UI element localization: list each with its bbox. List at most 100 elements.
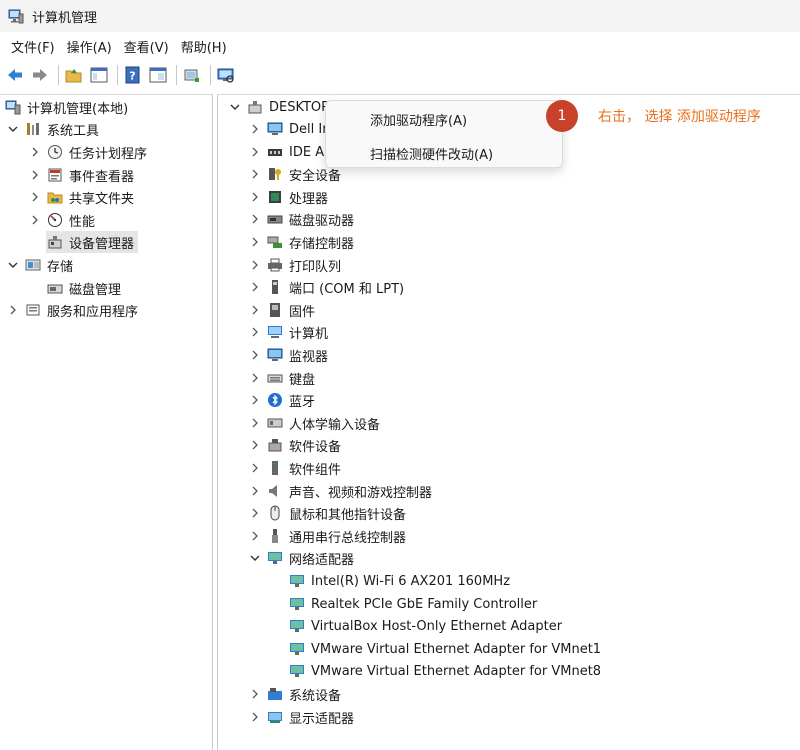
- chevron-right-icon[interactable]: [248, 235, 262, 249]
- tree-item-event-viewer[interactable]: 事件查看器: [28, 164, 134, 186]
- tree-item-storage[interactable]: 存储: [6, 254, 73, 276]
- network-adapter-item[interactable]: VMware Virtual Ethernet Adapter for VMne…: [288, 638, 601, 660]
- back-arrow-icon[interactable]: [4, 64, 26, 86]
- chevron-down-icon[interactable]: [6, 258, 20, 272]
- chevron-right-icon[interactable]: [248, 506, 262, 520]
- chevron-right-icon[interactable]: [248, 258, 262, 272]
- chevron-right-icon[interactable]: [248, 393, 262, 407]
- chevron-right-icon[interactable]: [248, 529, 262, 543]
- firmware-icon: [266, 301, 284, 319]
- chevron-right-icon[interactable]: [248, 461, 262, 475]
- device-category-11[interactable]: 键盘: [248, 367, 315, 389]
- network-adapter-item[interactable]: VirtualBox Host-Only Ethernet Adapter: [288, 615, 562, 637]
- tree-item-system-tools[interactable]: 系统工具: [6, 118, 99, 140]
- up-folder-icon[interactable]: [63, 64, 85, 86]
- chevron-down-icon[interactable]: [6, 122, 20, 136]
- device-category-1[interactable]: IDE A: [248, 141, 324, 163]
- tree-item-label: 人体学输入设备: [289, 417, 381, 433]
- chevron-right-icon[interactable]: [248, 280, 262, 294]
- chevron-right-icon[interactable]: [248, 122, 262, 136]
- chevron-right-icon[interactable]: [248, 710, 262, 724]
- device-category-6[interactable]: 打印队列: [248, 254, 341, 276]
- device-category-8[interactable]: 固件: [248, 299, 315, 321]
- tree-item-label: 显示适配器: [289, 711, 355, 727]
- tree-item-performance[interactable]: 性能: [28, 209, 95, 231]
- tree-item-label: VirtualBox Host-Only Ethernet Adapter: [311, 618, 563, 634]
- tree-item-label: 端口 (COM 和 LPT): [289, 281, 405, 297]
- chevron-right-icon[interactable]: [248, 438, 262, 452]
- update-driver-icon[interactable]: [181, 64, 203, 86]
- network-adapter-icon: [288, 572, 306, 590]
- tree-item-shared-folders[interactable]: 共享文件夹: [28, 186, 134, 208]
- chevron-right-icon[interactable]: [28, 213, 42, 227]
- tree-item-label: 事件查看器: [69, 169, 135, 185]
- processor-icon: [266, 188, 284, 206]
- tree-item-computer-root[interactable]: DESKTOP-: [228, 96, 333, 118]
- tree-item-label: 存储: [47, 259, 74, 275]
- device-category-12[interactable]: 蓝牙: [248, 389, 315, 411]
- device-category-17[interactable]: 鼠标和其他指针设备: [248, 502, 406, 524]
- device-category-after-0[interactable]: 系统设备: [248, 683, 341, 705]
- device-category-after-1[interactable]: 显示适配器: [248, 706, 354, 728]
- computer-management-icon: [4, 98, 22, 116]
- chevron-right-icon[interactable]: [248, 348, 262, 362]
- navigation-pane: 计算机管理(本地) 系统工具 任务计划程序 事件查看器 共享文件夹 性能 设备管…: [0, 94, 213, 750]
- device-category-19[interactable]: 网络适配器: [248, 547, 354, 569]
- device-category-16[interactable]: 声音、视频和游戏控制器: [248, 480, 432, 502]
- chevron-right-icon[interactable]: [28, 190, 42, 204]
- context-menu: 添加驱动程序(A) 扫描检测硬件改动(A): [325, 100, 563, 168]
- device-category-13[interactable]: 人体学输入设备: [248, 412, 380, 434]
- ide-controller-icon: [266, 143, 284, 161]
- network-adapter-item[interactable]: Intel(R) Wi-Fi 6 AX201 160MHz: [288, 570, 510, 592]
- chevron-right-icon[interactable]: [248, 190, 262, 204]
- device-category-10[interactable]: 监视器: [248, 344, 328, 366]
- chevron-right-icon[interactable]: [248, 145, 262, 159]
- chevron-right-icon[interactable]: [28, 145, 42, 159]
- scan-hardware-menu-item[interactable]: 扫描检测硬件改动(A): [370, 142, 493, 164]
- device-category-7[interactable]: 端口 (COM 和 LPT): [248, 276, 404, 298]
- chevron-right-icon[interactable]: [248, 167, 262, 181]
- device-category-18[interactable]: 通用串行总线控制器: [248, 525, 406, 547]
- tree-item-label: 网络适配器: [289, 552, 355, 568]
- scan-hardware-icon[interactable]: [215, 64, 237, 86]
- menu-file[interactable]: 文件(F): [8, 37, 64, 56]
- network-adapter-item[interactable]: Realtek PCIe GbE Family Controller: [288, 593, 537, 615]
- chevron-right-icon[interactable]: [6, 303, 20, 317]
- tree-item-disk-management[interactable]: 磁盘管理: [46, 277, 121, 299]
- device-category-3[interactable]: 处理器: [248, 186, 328, 208]
- add-driver-menu-item[interactable]: 添加驱动程序(A): [370, 108, 467, 130]
- chevron-right-icon[interactable]: [248, 325, 262, 339]
- help-icon[interactable]: ?: [122, 64, 144, 86]
- device-category-14[interactable]: 软件设备: [248, 434, 341, 456]
- tree-item-label: 系统设备: [289, 688, 342, 704]
- device-category-5[interactable]: 存储控制器: [248, 231, 354, 253]
- show-hide-tree-icon[interactable]: [88, 64, 110, 86]
- chevron-right-icon[interactable]: [248, 371, 262, 385]
- properties-icon[interactable]: [147, 64, 169, 86]
- window-title: 计算机管理: [32, 10, 98, 26]
- tree-item-services-apps[interactable]: 服务和应用程序: [6, 299, 138, 321]
- chevron-right-icon[interactable]: [28, 168, 42, 182]
- chevron-right-icon[interactable]: [248, 687, 262, 701]
- network-adapter-item[interactable]: VMware Virtual Ethernet Adapter for VMne…: [288, 660, 601, 682]
- toolbar: ?: [0, 60, 800, 90]
- device-category-9[interactable]: 计算机: [248, 321, 328, 343]
- chevron-right-icon[interactable]: [248, 416, 262, 430]
- device-category-4[interactable]: 磁盘驱动器: [248, 208, 354, 230]
- monitor-icon: [266, 120, 284, 138]
- forward-arrow-icon[interactable]: [29, 64, 51, 86]
- chevron-right-icon[interactable]: [248, 212, 262, 226]
- chevron-right-icon[interactable]: [248, 484, 262, 498]
- menu-help[interactable]: 帮助(H): [178, 37, 236, 56]
- tree-item-task-scheduler[interactable]: 任务计划程序: [28, 141, 147, 163]
- device-category-15[interactable]: 软件组件: [248, 457, 341, 479]
- menu-action[interactable]: 操作(A): [64, 37, 121, 56]
- chevron-down-icon[interactable]: [228, 100, 242, 114]
- tree-item-device-manager[interactable]: 设备管理器: [46, 231, 139, 253]
- device-category-0[interactable]: Dell In: [248, 118, 330, 140]
- menu-view[interactable]: 查看(V): [121, 37, 178, 56]
- tree-item-computer-management[interactable]: 计算机管理(本地): [4, 96, 128, 118]
- chevron-down-icon[interactable]: [248, 551, 262, 565]
- tree-item-label: 监视器: [289, 349, 329, 365]
- chevron-right-icon[interactable]: [248, 303, 262, 317]
